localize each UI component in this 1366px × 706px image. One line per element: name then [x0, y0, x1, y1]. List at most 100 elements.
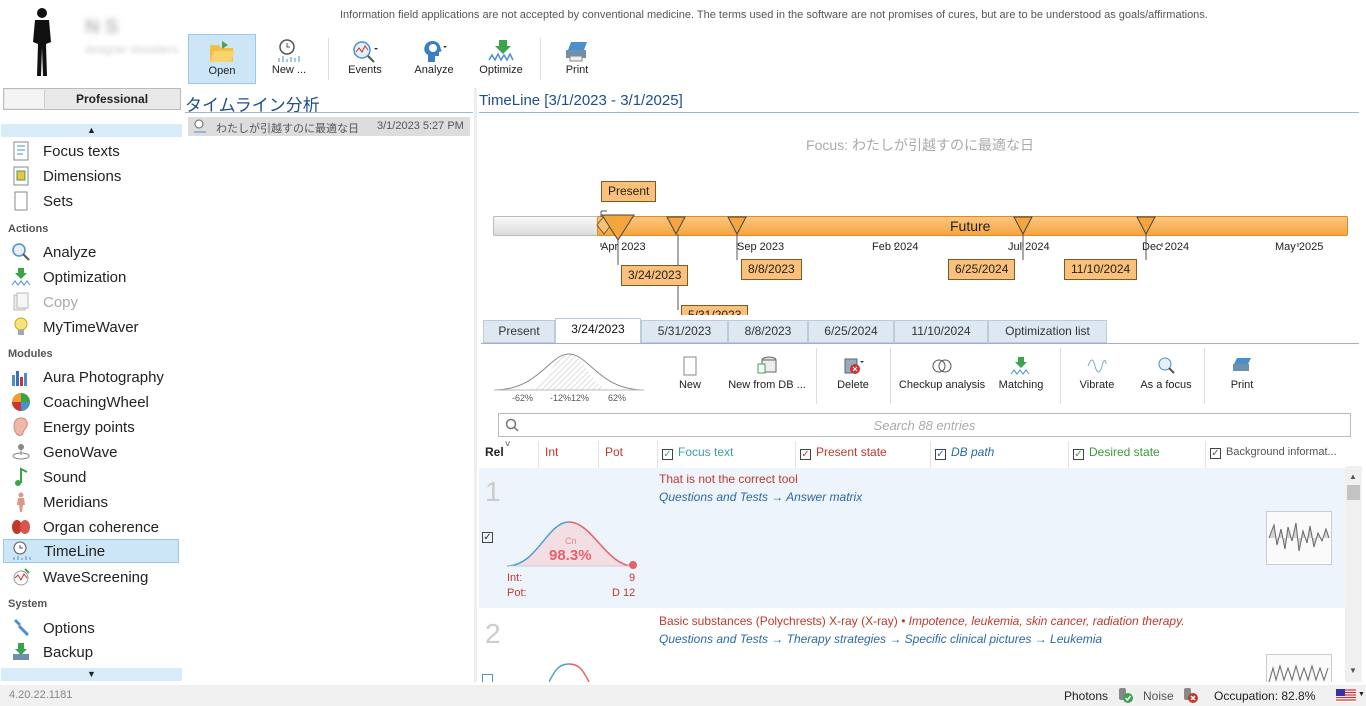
nav-dimensions[interactable]: Dimensions	[10, 164, 121, 188]
event-flag[interactable]: 6/25/2024	[948, 259, 1016, 280]
analyze-button[interactable]: Analyze	[404, 34, 464, 84]
nav-coachingwheel[interactable]: CoachingWheel	[10, 390, 149, 414]
nav-analyze[interactable]: Analyze	[10, 240, 96, 264]
profile-selector[interactable]: Professional	[3, 88, 181, 110]
new-from-db-button[interactable]: New from DB ...	[722, 356, 812, 396]
nav-sound[interactable]: Sound	[10, 465, 86, 489]
print-button[interactable]: Print	[548, 34, 606, 84]
search-input[interactable]: Search 88 entries	[498, 413, 1351, 437]
panel-splitter[interactable]	[474, 88, 477, 682]
focus-caption: Focus: わたしが引越すのに最適な日	[806, 137, 1034, 153]
noise-error-icon[interactable]	[1181, 687, 1199, 704]
disclaimer-text: Information field applications are not a…	[340, 9, 1208, 21]
tab-3-24-2023[interactable]: 3/24/2023	[555, 318, 641, 344]
nav-scroll-down-button[interactable]: ▼	[1, 668, 182, 681]
delete-button[interactable]: Delete	[832, 356, 874, 396]
new-timeline-button[interactable]: New ...	[258, 34, 320, 84]
printer-icon	[566, 42, 587, 62]
new-document-icon	[683, 356, 697, 376]
noise-label: Noise	[1143, 689, 1174, 703]
event-flag[interactable]: 11/10/2024	[1064, 259, 1138, 280]
col-present-checkbox[interactable]: ✓	[800, 449, 811, 460]
row-title: That is not the correct tool	[659, 472, 798, 486]
background-wave-thumbnail[interactable]	[1266, 654, 1332, 682]
distribution-curve[interactable]	[494, 352, 644, 394]
tab-present[interactable]: Present	[483, 320, 555, 343]
optimization-icon	[10, 267, 32, 287]
print-entries-button[interactable]: Print	[1222, 356, 1262, 396]
us-flag-icon[interactable]	[1336, 689, 1356, 702]
aura-icon	[10, 367, 32, 387]
nav-meridians[interactable]: Meridians	[10, 490, 108, 514]
events-button[interactable]: Events	[336, 34, 394, 84]
col-int[interactable]: Int	[539, 441, 599, 468]
nav-options[interactable]: Options	[10, 616, 95, 640]
nav-aura-photography[interactable]: Aura Photography	[10, 365, 164, 389]
nav-scroll-up-button[interactable]: ▲	[1, 124, 182, 137]
col-rel[interactable]: Rel ˅	[479, 441, 539, 468]
col-desired-state[interactable]: ✓ Desired state	[1069, 441, 1206, 468]
profile-switch[interactable]	[5, 90, 45, 108]
col-background-checkbox[interactable]: ✓	[1210, 448, 1221, 459]
col-background-info[interactable]: ✓ Background informat...	[1206, 441, 1342, 468]
list-item[interactable]: わたしが引越すのに最適な日 3/1/2023 5:27 PM	[188, 117, 470, 136]
table-row[interactable]: 1 ✓ Cn 98.3% Int: 9 Pot: D 12 That is no…	[479, 468, 1345, 608]
nav-copy[interactable]: Copy	[10, 290, 78, 314]
nav-optimization[interactable]: Optimization	[10, 265, 126, 289]
nav-genowave[interactable]: GenoWave	[10, 440, 117, 464]
event-marker-8-8-2023[interactable]	[727, 216, 747, 236]
checkup-analysis-button[interactable]: Checkup analysis	[898, 356, 986, 396]
event-marker-6-25-2024[interactable]	[1013, 216, 1033, 236]
nav-sets[interactable]: Sets	[10, 189, 73, 213]
background-wave-thumbnail[interactable]	[1266, 511, 1332, 565]
tab-5-31-2023[interactable]: 5/31/2023	[641, 320, 728, 343]
row-db-path[interactable]: Questions and Tests → Answer matrix	[659, 490, 862, 504]
nav-mytimewaver[interactable]: MyTimeWaver	[10, 315, 139, 339]
present-flag[interactable]: Present	[601, 181, 657, 202]
event-flag[interactable]: 8/8/2023	[741, 259, 802, 280]
nav-timeline[interactable]: TimeLine	[3, 539, 179, 563]
tab-8-8-2023[interactable]: 8/8/2023	[728, 320, 808, 343]
photons-ok-icon[interactable]	[1116, 687, 1134, 704]
nav-wavescreening[interactable]: WaveScreening	[10, 565, 148, 589]
table-scrollbar[interactable]: ▲ ▼	[1345, 466, 1362, 682]
nav-energy-points[interactable]: Energy points	[10, 415, 135, 439]
copy-icon	[10, 292, 32, 312]
as-focus-button[interactable]: As a focus	[1136, 356, 1196, 396]
event-marker-11-10-2024[interactable]	[1136, 216, 1156, 236]
user-avatar[interactable]	[22, 6, 62, 78]
vibrate-button[interactable]: Vibrate	[1072, 356, 1122, 396]
tick-label: Dec 2024	[1142, 241, 1190, 253]
row-checkbox[interactable]: ✓	[482, 532, 493, 543]
tab-optimization-list[interactable]: Optimization list	[988, 320, 1107, 343]
tab-6-25-2024[interactable]: 6/25/2024	[808, 320, 894, 343]
col-pot[interactable]: Pot	[599, 441, 658, 468]
list-item-name: わたしが引越すのに最適な日	[216, 123, 359, 135]
timeline-title-rule	[479, 112, 1359, 113]
col-desired-checkbox[interactable]: ✓	[1073, 449, 1084, 460]
nav-organ-coherence[interactable]: Organ coherence	[10, 515, 159, 539]
language-dropdown-icon[interactable]: ▼	[1358, 691, 1365, 698]
col-focus-checkbox[interactable]: ✓	[662, 449, 673, 460]
col-db-path[interactable]: ✓ DB path	[931, 441, 1069, 468]
new-entry-button[interactable]: New	[670, 356, 710, 396]
col-focus-text[interactable]: ✓ Focus text	[658, 441, 796, 468]
optimize-button[interactable]: Optimize	[472, 34, 530, 84]
matching-button[interactable]: Matching	[994, 356, 1048, 396]
nav-backup[interactable]: Backup	[10, 640, 93, 664]
scrollbar-thumb[interactable]	[1347, 485, 1360, 500]
row-checkbox[interactable]	[482, 674, 493, 682]
tab-11-10-2024[interactable]: 11/10/2024	[894, 320, 988, 343]
event-flag-clipped[interactable]: 5/31/2023	[681, 305, 753, 315]
table-row[interactable]: 2 Basic substances (Polychrests) X-ray (…	[479, 608, 1345, 682]
event-marker-5-31-2023[interactable]	[666, 216, 686, 236]
system-header: System	[8, 598, 48, 610]
col-present-state[interactable]: ✓ Present state	[796, 441, 931, 468]
pot-label: Pot:	[507, 587, 527, 599]
row-db-path[interactable]: Questions and Tests → Therapy strategies…	[659, 632, 1102, 646]
col-db-checkbox[interactable]: ✓	[935, 449, 946, 460]
event-flag[interactable]: 3/24/2023	[621, 265, 689, 286]
dist-label: -62%	[512, 393, 534, 403]
nav-focus-texts[interactable]: Focus texts	[10, 139, 120, 163]
open-button[interactable]: Open	[188, 34, 256, 84]
